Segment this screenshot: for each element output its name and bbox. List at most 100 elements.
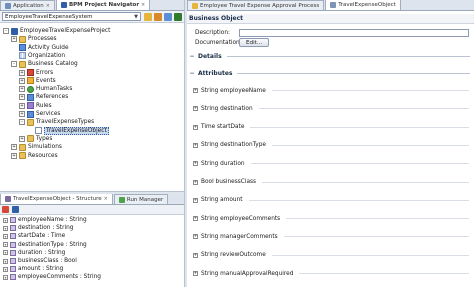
- attribute-row[interactable]: + String reviewOutcome: [193, 251, 469, 260]
- tree-node-label: References: [36, 94, 69, 101]
- expand-icon[interactable]: +: [193, 179, 198, 185]
- expand-icon[interactable]: +: [11, 152, 17, 159]
- expand-icon[interactable]: +: [19, 94, 25, 101]
- expand-icon[interactable]: +: [19, 77, 25, 84]
- collapse-icon[interactable]: −: [189, 53, 195, 60]
- expand-icon[interactable]: +: [193, 234, 198, 240]
- tab-process[interactable]: Employee Travel Expense Approval Process: [187, 0, 325, 10]
- tab-travel-expense-object[interactable]: TravelExpenseObject: [325, 0, 401, 10]
- tree-node[interactable]: + Processes: [11, 35, 57, 43]
- attribute-label: String amount: [201, 197, 243, 204]
- collapse-icon[interactable]: -: [19, 119, 25, 126]
- tab-run-manager[interactable]: Run Manager: [113, 194, 169, 204]
- structure-item[interactable]: + duration : String: [0, 249, 184, 257]
- system-selector[interactable]: EmployeeTravelExpenseSystem ▼: [2, 12, 141, 21]
- attribute-row[interactable]: + String employeeComments: [193, 214, 469, 223]
- tab-application-label: Application: [13, 2, 44, 9]
- expand-icon[interactable]: +: [193, 216, 198, 222]
- tree-node[interactable]: + Errors: [19, 69, 53, 77]
- expand-icon[interactable]: +: [193, 271, 198, 276]
- expand-icon[interactable]: +: [3, 266, 8, 272]
- editor-tab-strip: Employee Travel Expense Approval Process…: [187, 0, 474, 11]
- sort-icon[interactable]: [12, 206, 19, 213]
- close-icon[interactable]: ×: [141, 2, 145, 8]
- tree-node[interactable]: + HumanTasks: [19, 85, 72, 93]
- business-object-icon: [330, 2, 337, 8]
- tab-application[interactable]: Application ×: [0, 0, 55, 10]
- collapse-icon[interactable]: −: [189, 70, 195, 77]
- tree-node[interactable]: + Types: [19, 135, 52, 143]
- tree-node[interactable]: - TravelExpenseTypes: [19, 118, 94, 126]
- collapse-icon[interactable]: -: [3, 28, 9, 34]
- tree-node[interactable]: + Rules: [19, 102, 52, 110]
- expand-icon[interactable]: +: [3, 258, 8, 264]
- expand-icon[interactable]: +: [193, 161, 198, 167]
- tree-node[interactable]: - Business Catalog: [11, 60, 78, 68]
- expand-icon[interactable]: +: [3, 274, 8, 280]
- expand-icon[interactable]: +: [11, 144, 17, 151]
- refresh-icon[interactable]: [164, 12, 172, 21]
- attributes-section-header[interactable]: − Attributes: [187, 68, 474, 78]
- attribute-row[interactable]: + String managerComments: [193, 232, 469, 241]
- expand-icon[interactable]: +: [19, 86, 25, 93]
- attribute-row[interactable]: + String amount: [193, 196, 469, 205]
- expand-icon[interactable]: +: [19, 111, 25, 117]
- tree-node[interactable]: + Resources: [11, 152, 58, 160]
- tree-node[interactable]: + References: [19, 93, 68, 101]
- attribute-row[interactable]: + Time startDate: [193, 123, 469, 132]
- app-window: Application × BPM Project Navigator × Em…: [0, 0, 474, 287]
- edit-button[interactable]: Edit...: [239, 38, 270, 47]
- expand-icon[interactable]: +: [19, 102, 25, 109]
- structure-item[interactable]: + employeeComments : String: [0, 273, 184, 281]
- structure-item[interactable]: + startDate : Time: [0, 232, 184, 240]
- expand-icon[interactable]: +: [3, 250, 8, 256]
- expand-icon[interactable]: +: [193, 124, 198, 130]
- tree-node[interactable]: Organization: [11, 52, 65, 60]
- details-section-header[interactable]: − Details: [187, 51, 474, 61]
- blue-icon: [19, 44, 26, 52]
- close-icon[interactable]: ×: [46, 3, 50, 9]
- tab-structure[interactable]: TravelExpenseObject - Structure ×: [0, 194, 113, 204]
- expand-icon[interactable]: +: [19, 135, 25, 142]
- structure-item[interactable]: + employeeName : String: [0, 216, 184, 224]
- attribute-row[interactable]: + String manualApprovalRequired: [193, 269, 469, 278]
- open-folder-icon[interactable]: [144, 12, 152, 21]
- tree-node[interactable]: + Events: [19, 77, 56, 85]
- expand-icon[interactable]: +: [3, 217, 8, 223]
- expand-icon[interactable]: +: [193, 106, 198, 112]
- deploy-icon[interactable]: [174, 12, 182, 21]
- tree-node[interactable]: + Services: [19, 110, 60, 118]
- structure-item[interactable]: + destination : String: [0, 224, 184, 232]
- tree-node[interactable]: Activity Guide: [11, 44, 69, 52]
- attribute-row[interactable]: + String employeeName: [193, 86, 469, 95]
- expand-icon[interactable]: +: [3, 225, 8, 231]
- pin-icon[interactable]: [2, 206, 9, 213]
- grid-icon: [19, 52, 26, 60]
- tree-node[interactable]: TravelExpenseObject: [27, 126, 109, 135]
- new-project-icon[interactable]: [154, 12, 162, 21]
- description-field[interactable]: [239, 28, 469, 37]
- structure-item[interactable]: + destinationType : String: [0, 241, 184, 249]
- tab-bpm-project-navigator[interactable]: BPM Project Navigator ×: [55, 0, 151, 10]
- attribute-row[interactable]: + String duration: [193, 159, 469, 168]
- attribute-row[interactable]: + String destination: [193, 104, 469, 113]
- structure-item[interactable]: + businessClass : Bool: [0, 257, 184, 265]
- divider: [271, 254, 469, 256]
- structure-item[interactable]: + amount : String: [0, 265, 184, 273]
- expand-icon[interactable]: +: [19, 69, 25, 76]
- expand-icon[interactable]: +: [11, 36, 17, 43]
- close-icon[interactable]: ×: [104, 196, 108, 202]
- collapse-icon[interactable]: -: [11, 61, 17, 68]
- tree-node[interactable]: + Simulations: [11, 143, 62, 151]
- expand-icon[interactable]: +: [193, 142, 198, 148]
- tree-node-label: HumanTasks: [36, 86, 73, 93]
- expand-icon[interactable]: +: [193, 197, 198, 203]
- tree-node[interactable]: - EmployeeTravelExpenseProject: [3, 27, 110, 35]
- expand-icon[interactable]: +: [193, 88, 198, 93]
- expand-icon[interactable]: +: [3, 242, 8, 248]
- folder-icon: [19, 35, 26, 43]
- attribute-row[interactable]: + Bool businessClass: [193, 178, 469, 187]
- expand-icon[interactable]: +: [193, 252, 198, 258]
- attribute-row[interactable]: + String destinationType: [193, 141, 469, 150]
- expand-icon[interactable]: +: [3, 233, 8, 239]
